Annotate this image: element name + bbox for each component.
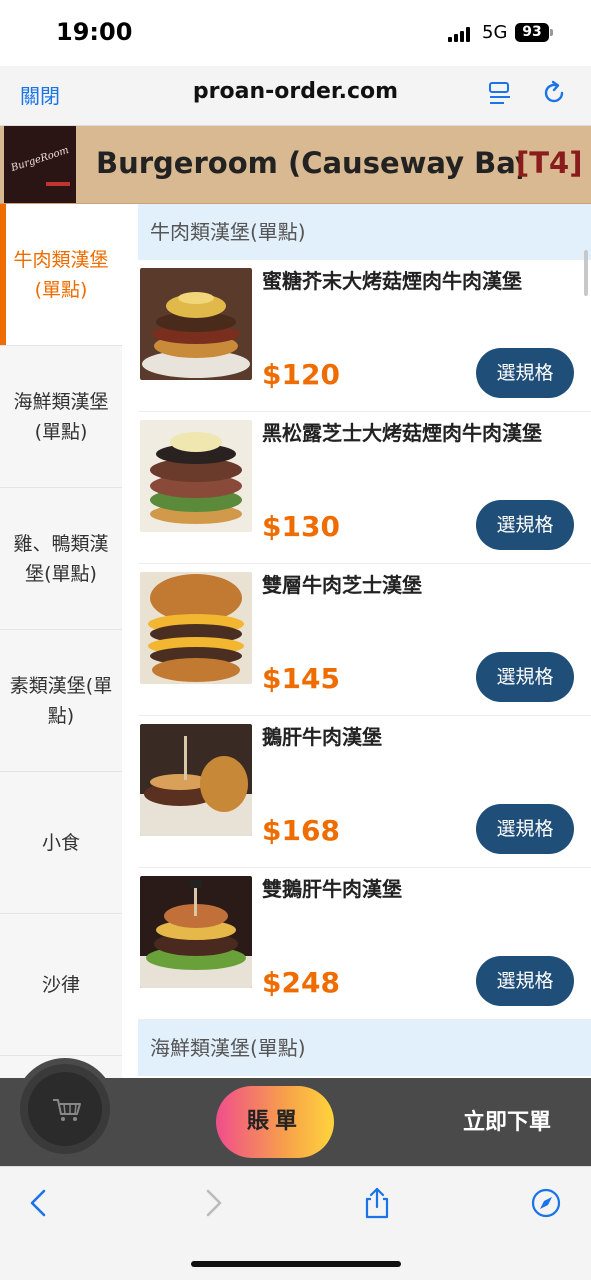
product-name: 雙層牛肉芝士漢堡 [262, 573, 422, 597]
product-price: $120 [262, 358, 340, 391]
section-header: 牛肉類漢堡(單點) [138, 204, 591, 260]
back-icon[interactable] [24, 1187, 56, 1219]
product-price: $168 [262, 814, 340, 847]
browser-top-bar: 關閉 proan-order.com [0, 66, 591, 126]
select-spec-button[interactable]: 選規格 [476, 500, 574, 550]
product-image [140, 572, 252, 684]
product-image [140, 420, 252, 532]
category-item-chicken-duck[interactable]: 雞、鴨類漢堡(單點) [0, 488, 122, 630]
signal-icon [448, 26, 474, 42]
battery-icon: 93 [515, 23, 549, 42]
product-name: 蜜糖芥末大烤菇煙肉牛肉漢堡 [262, 269, 522, 293]
shop-logo: BurgeRoom [4, 126, 76, 203]
section-header: 海鮮類漢堡(單點) [138, 1020, 591, 1076]
product-image [140, 724, 252, 836]
category-item-seafood[interactable]: 海鮮類漢堡(單點) [0, 346, 122, 488]
shop-name: Burgeroom (Causeway Bay) [96, 146, 522, 180]
bill-button[interactable]: 賬單 [216, 1086, 334, 1158]
product-price: $145 [262, 662, 340, 695]
home-indicator [191, 1261, 401, 1267]
product-name: 黑松露芝士大烤菇煙肉牛肉漢堡 [262, 421, 542, 445]
product-image [140, 268, 252, 380]
category-item-salad[interactable]: 沙律 [0, 914, 122, 1056]
cart-button[interactable] [20, 1064, 110, 1154]
product-card[interactable]: 雙層牛肉芝士漢堡 $145 選規格 [138, 564, 591, 716]
product-card[interactable]: 蜜糖芥末大烤菇煙肉牛肉漢堡 $120 選規格 [138, 260, 591, 412]
select-spec-button[interactable]: 選規格 [476, 956, 574, 1006]
place-order-button[interactable]: 立即下單 [440, 1104, 574, 1136]
shopping-cart-icon [53, 1099, 81, 1121]
select-spec-button[interactable]: 選規格 [476, 348, 574, 398]
page: 19:00 5G 93 關閉 proan-order.com BurgeRoom… [0, 0, 591, 1280]
cart-button-inner [28, 1072, 102, 1146]
product-image [140, 876, 252, 988]
category-item-snacks[interactable]: 小食 [0, 772, 122, 914]
select-spec-button[interactable]: 選規格 [476, 652, 574, 702]
product-price: $130 [262, 510, 340, 543]
scrollbar[interactable] [584, 250, 588, 296]
forward-icon[interactable] [196, 1187, 228, 1219]
category-item-vegetarian[interactable]: 素類漢堡(單點) [0, 630, 122, 772]
compass-icon[interactable] [530, 1187, 562, 1219]
product-card[interactable]: 鵝肝牛肉漢堡 $168 選規格 [138, 716, 591, 868]
product-list[interactable]: 牛肉類漢堡(單點) 蜜糖芥末大烤菇煙肉牛肉漢堡 $120 選規格 黑松露芝士大烤… [138, 204, 591, 1078]
category-sidebar: 牛肉類漢堡(單點) 海鮮類漢堡(單點) 雞、鴨類漢堡(單點) 素類漢堡(單點) … [0, 204, 122, 1078]
share-icon[interactable] [361, 1187, 393, 1219]
shop-header: BurgeRoom Burgeroom (Causeway Bay) [T4] [0, 126, 591, 204]
product-name: 鵝肝牛肉漢堡 [262, 725, 382, 749]
battery-tip [550, 29, 553, 36]
network-type: 5G [482, 22, 508, 43]
select-spec-button[interactable]: 選規格 [476, 804, 574, 854]
product-card[interactable]: 雙鵝肝牛肉漢堡 $248 選規格 [138, 868, 591, 1020]
status-bar: 19:00 5G 93 [0, 0, 591, 66]
status-time: 19:00 [56, 18, 133, 46]
table-number: [T4] [516, 146, 583, 180]
browser-bottom-toolbar [0, 1166, 591, 1280]
product-name: 雙鵝肝牛肉漢堡 [262, 877, 402, 901]
reload-icon[interactable] [540, 79, 568, 107]
action-bar: 賬單 立即下單 [0, 1064, 591, 1166]
product-card[interactable]: 黑松露芝士大烤菇煙肉牛肉漢堡 $130 選規格 [138, 412, 591, 564]
product-price: $248 [262, 966, 340, 999]
category-item-beef[interactable]: 牛肉類漢堡(單點) [0, 204, 122, 346]
reader-mode-icon[interactable] [488, 81, 512, 107]
